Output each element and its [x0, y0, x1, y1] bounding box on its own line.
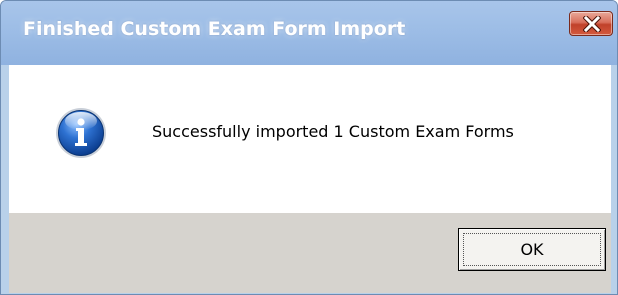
button-bar: OK — [9, 213, 611, 293]
focus-rectangle — [463, 233, 601, 266]
window-title: Finished Custom Exam Form Import — [23, 18, 406, 40]
info-icon — [56, 108, 106, 158]
dialog-window: Finished Custom Exam Form Import Success… — [0, 0, 618, 295]
message-text: Successfully imported 1 Custom Exam Form… — [152, 122, 514, 141]
close-button[interactable] — [569, 11, 613, 36]
title-bar[interactable]: Finished Custom Exam Form Import — [1, 1, 617, 65]
ok-button[interactable]: OK — [458, 228, 606, 271]
close-icon — [583, 16, 601, 32]
dialog-content: Successfully imported 1 Custom Exam Form… — [9, 65, 611, 213]
